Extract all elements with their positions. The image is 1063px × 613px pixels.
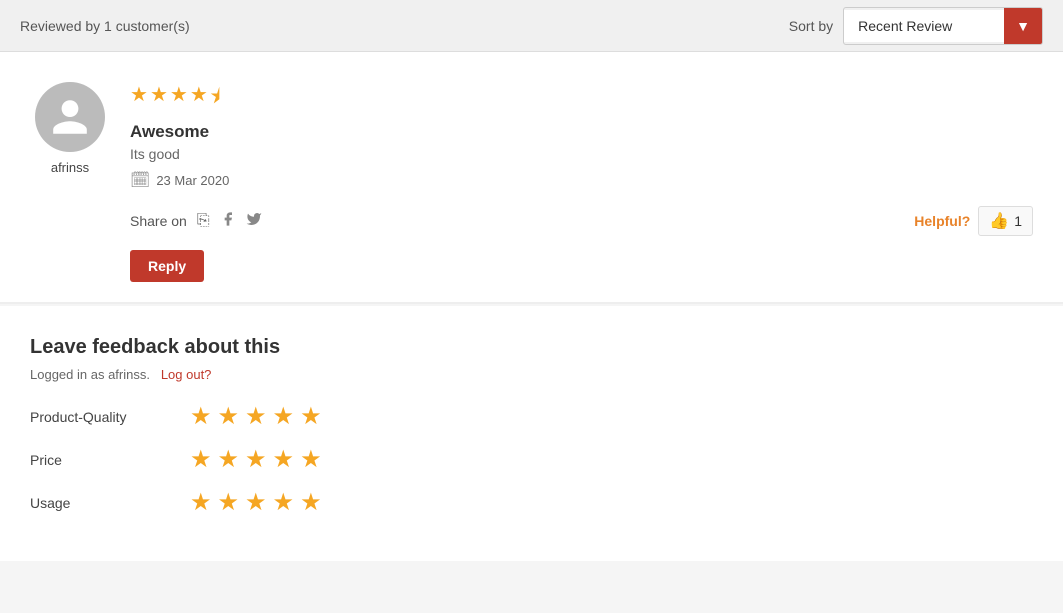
review-header: afrinss ★ ★ ★ ★ ⯨ Awesome Its good 🗓 23 …	[30, 82, 1033, 282]
calendar-icon: 🗓	[130, 170, 150, 190]
review-date: 🗓 23 Mar 2020	[130, 170, 1033, 190]
review-date-value: 23 Mar 2020	[156, 173, 229, 188]
pr-star-5[interactable]: ★	[300, 445, 322, 474]
user-icon	[49, 96, 91, 138]
helpful-count-value: 1	[1014, 213, 1022, 229]
rating-row-product-quality: Product-Quality ★ ★ ★ ★ ★	[30, 402, 1033, 431]
usage-stars[interactable]: ★ ★ ★ ★ ★	[190, 488, 322, 517]
sort-dropdown-button[interactable]: ▼	[1004, 8, 1042, 44]
thumbsup-icon: 👍	[989, 211, 1009, 231]
sort-dropdown-wrapper: Recent Review ▼	[843, 7, 1043, 45]
avatar-wrapper: afrinss	[30, 82, 110, 175]
review-title: Awesome	[130, 122, 1033, 142]
rating-row-price: Price ★ ★ ★ ★ ★	[30, 445, 1033, 474]
top-bar: Reviewed by 1 customer(s) Sort by Recent…	[0, 0, 1063, 52]
helpful-section: Helpful? 👍 1	[914, 206, 1033, 236]
reviewer-username: afrinss	[51, 160, 89, 175]
rating-label-product-quality: Product-Quality	[30, 409, 170, 425]
logout-link[interactable]: Log out?	[161, 367, 212, 382]
review-body: ★ ★ ★ ★ ⯨ Awesome Its good 🗓 23 Mar 2020…	[130, 82, 1033, 282]
feedback-section: Leave feedback about this Logged in as a…	[0, 306, 1063, 561]
pr-star-1[interactable]: ★	[190, 445, 212, 474]
pq-star-3[interactable]: ★	[245, 402, 267, 431]
pr-star-2[interactable]: ★	[218, 445, 240, 474]
avatar	[35, 82, 105, 152]
review-text: Its good	[130, 146, 1033, 162]
pr-star-4[interactable]: ★	[273, 445, 295, 474]
pq-star-5[interactable]: ★	[300, 402, 322, 431]
star-1: ★	[130, 82, 148, 116]
logged-in-label: Logged in as afrinss.	[30, 367, 150, 382]
us-star-3[interactable]: ★	[245, 488, 267, 517]
sort-section: Sort by Recent Review ▼	[789, 7, 1043, 45]
price-stars[interactable]: ★ ★ ★ ★ ★	[190, 445, 322, 474]
share-section: Share on ⎘	[130, 211, 262, 232]
section-divider	[0, 303, 1063, 304]
review-section: afrinss ★ ★ ★ ★ ⯨ Awesome Its good 🗓 23 …	[0, 52, 1063, 303]
chevron-down-icon: ▼	[1016, 18, 1030, 34]
us-star-4[interactable]: ★	[273, 488, 295, 517]
rating-row-usage: Usage ★ ★ ★ ★ ★	[30, 488, 1033, 517]
share-icon[interactable]: ⎘	[197, 212, 210, 230]
us-star-1[interactable]: ★	[190, 488, 212, 517]
share-label: Share on	[130, 213, 187, 229]
logged-in-text: Logged in as afrinss. Log out?	[30, 367, 1033, 382]
reply-button[interactable]: Reply	[130, 250, 204, 282]
product-quality-stars[interactable]: ★ ★ ★ ★ ★	[190, 402, 322, 431]
star-2: ★	[150, 82, 168, 116]
sort-label: Sort by	[789, 18, 833, 34]
twitter-icon[interactable]	[246, 211, 262, 232]
helpful-label: Helpful?	[914, 213, 970, 229]
star-rating: ★ ★ ★ ★ ⯨	[130, 82, 1033, 116]
star-5: ⯨	[210, 82, 221, 116]
helpful-count-badge: 👍 1	[978, 206, 1033, 236]
star-3: ★	[170, 82, 188, 116]
pq-star-1[interactable]: ★	[190, 402, 212, 431]
us-star-5[interactable]: ★	[300, 488, 322, 517]
sort-dropdown-text: Recent Review	[844, 10, 1004, 42]
review-actions: Share on ⎘ Helpful?	[130, 206, 1033, 236]
facebook-icon[interactable]	[220, 211, 236, 232]
us-star-2[interactable]: ★	[218, 488, 240, 517]
pr-star-3[interactable]: ★	[245, 445, 267, 474]
rating-label-usage: Usage	[30, 495, 170, 511]
rating-label-price: Price	[30, 452, 170, 468]
pq-star-2[interactable]: ★	[218, 402, 240, 431]
feedback-title: Leave feedback about this	[30, 336, 1033, 359]
pq-star-4[interactable]: ★	[273, 402, 295, 431]
reviewed-count: Reviewed by 1 customer(s)	[20, 18, 190, 34]
star-4: ★	[190, 82, 208, 116]
